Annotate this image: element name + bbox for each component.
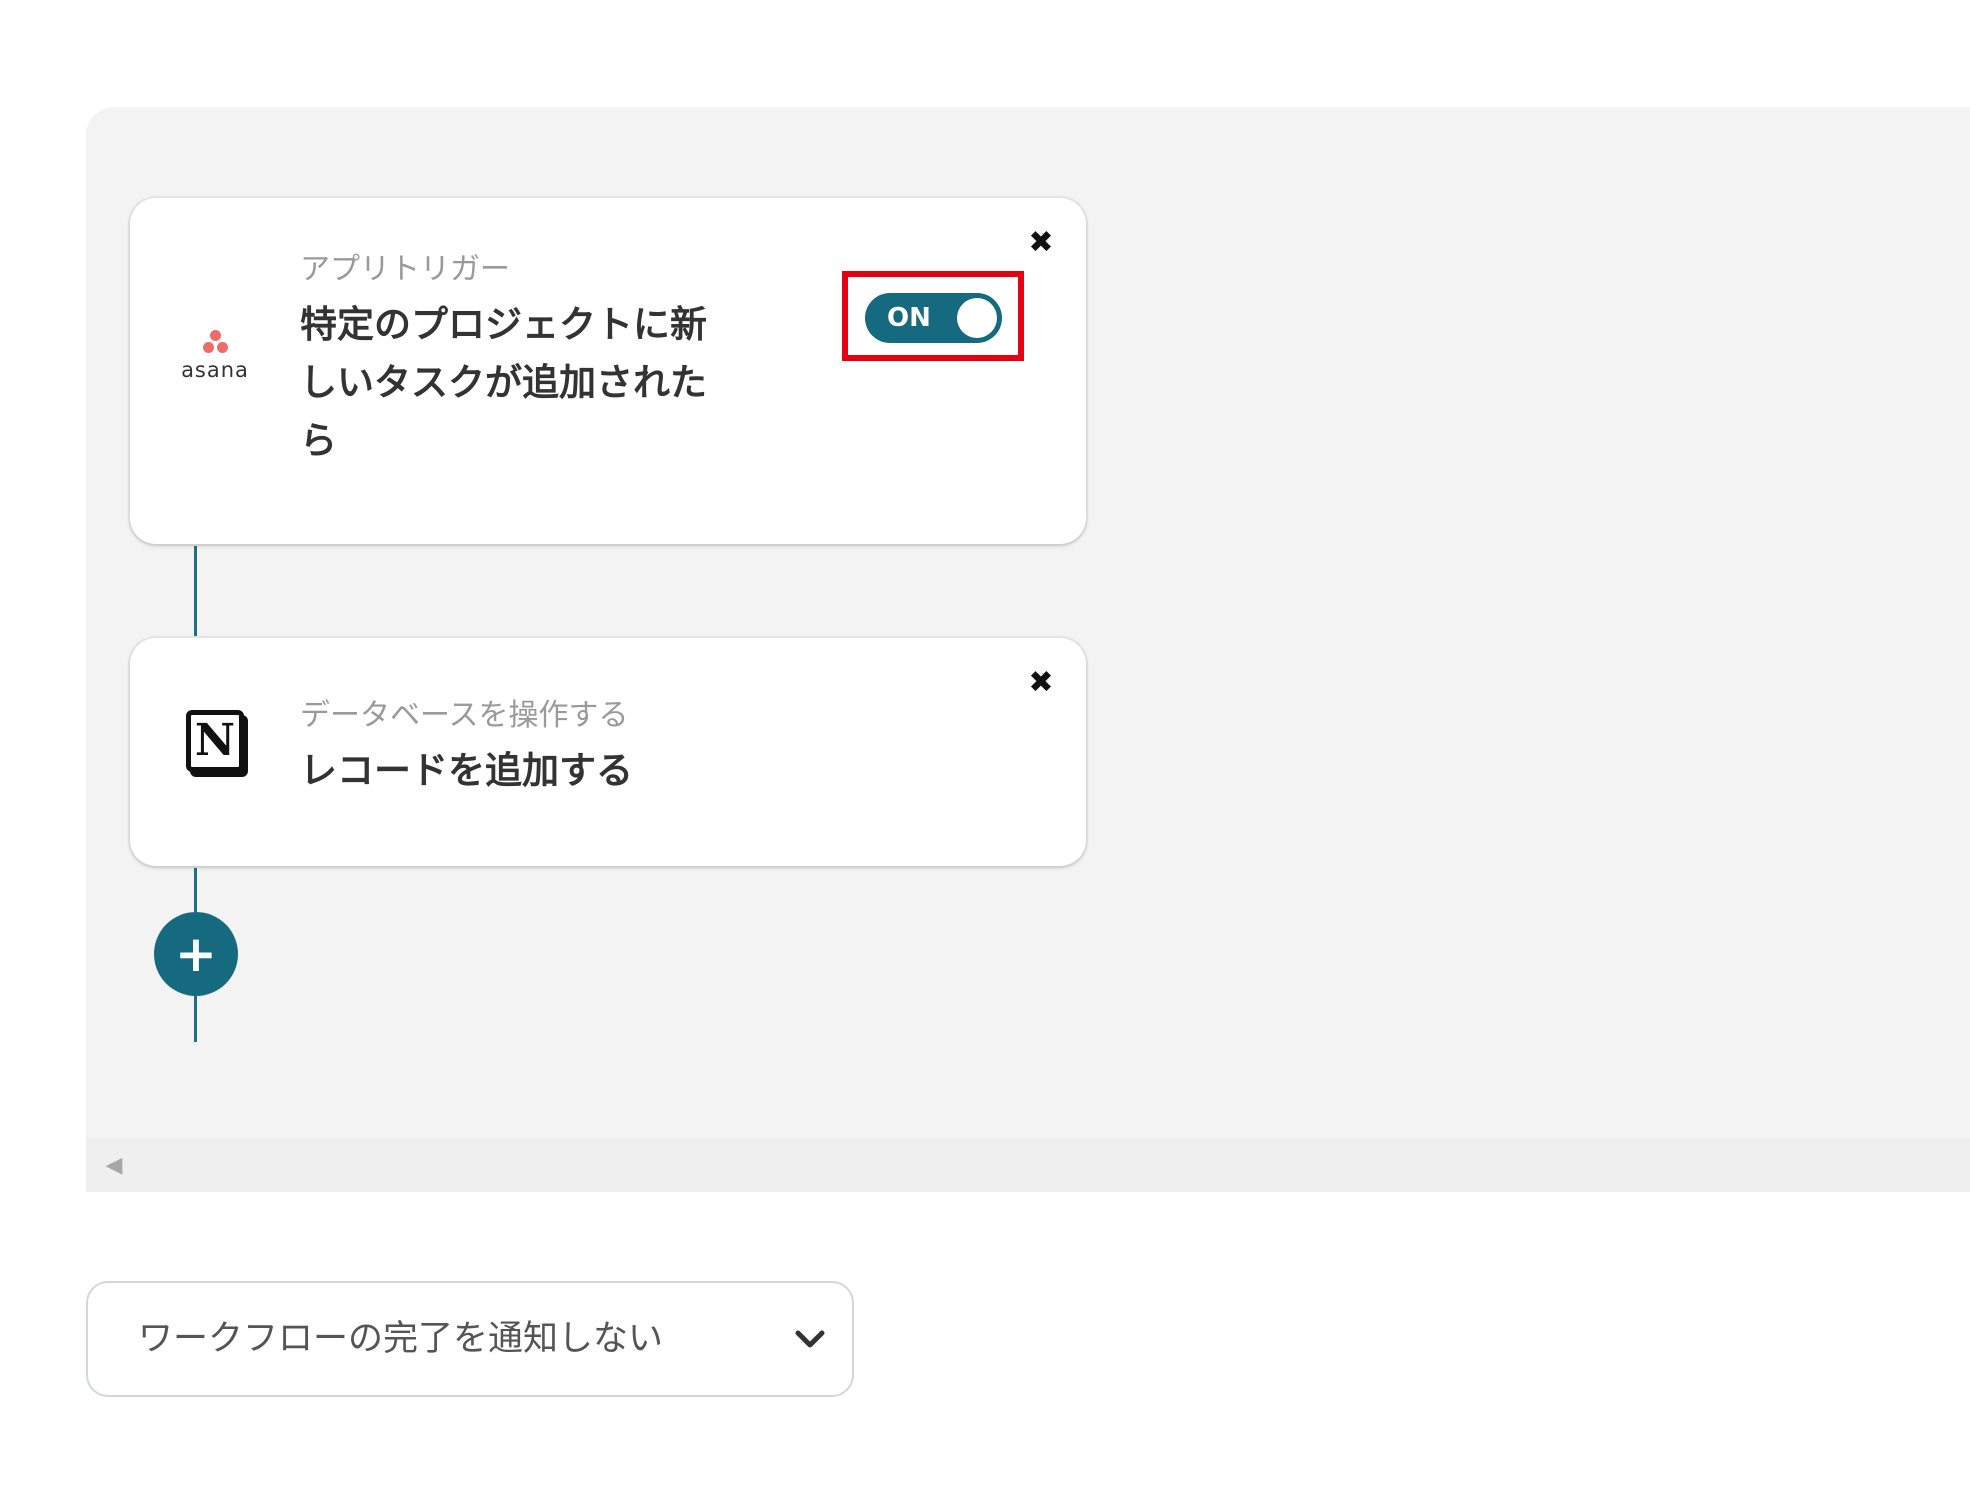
- step-title: 特定のプロジェクトに新しいタスクが追加されたら: [300, 303, 707, 462]
- completion-notification-select[interactable]: ワークフローの完了を通知しない: [86, 1281, 854, 1397]
- action-step-card[interactable]: N データベースを操作する レコードを追加する ✖: [130, 638, 1086, 866]
- asana-dots-icon: [200, 330, 230, 356]
- trigger-on-toggle[interactable]: ON: [865, 293, 1002, 343]
- toggle-label: ON: [887, 303, 931, 333]
- flow-connector: [194, 996, 197, 1042]
- notion-icon: N: [186, 710, 244, 772]
- toggle-knob: [957, 298, 997, 338]
- scroll-left-arrow-icon[interactable]: ◀: [104, 1150, 124, 1180]
- flow-connector: [194, 866, 197, 912]
- trigger-step-text: アプリトリガー 特定のプロジェクトに新しいタスクが追加されたら: [300, 250, 720, 470]
- horizontal-scrollbar[interactable]: [86, 1138, 1970, 1192]
- step-kind-label: アプリトリガー: [300, 252, 510, 287]
- notion-logo: N: [170, 710, 260, 772]
- select-value: ワークフローの完了を通知しない: [138, 1319, 664, 1359]
- plus-icon: +: [175, 925, 217, 983]
- asana-logo: asana: [170, 330, 260, 382]
- step-kind-label: データベースを操作する: [300, 698, 629, 733]
- flow-connector: [194, 544, 197, 638]
- add-step-button[interactable]: +: [154, 912, 238, 996]
- asana-wordmark: asana: [181, 358, 249, 382]
- close-icon[interactable]: ✖: [1026, 228, 1056, 258]
- close-icon[interactable]: ✖: [1026, 668, 1056, 698]
- chevron-down-icon: [795, 1330, 825, 1348]
- trigger-step-card[interactable]: asana アプリトリガー 特定のプロジェクトに新しいタスクが追加されたら ✖ …: [130, 198, 1086, 544]
- step-title: レコードを追加する: [300, 749, 633, 792]
- action-step-text: データベースを操作する レコードを追加する: [300, 696, 860, 800]
